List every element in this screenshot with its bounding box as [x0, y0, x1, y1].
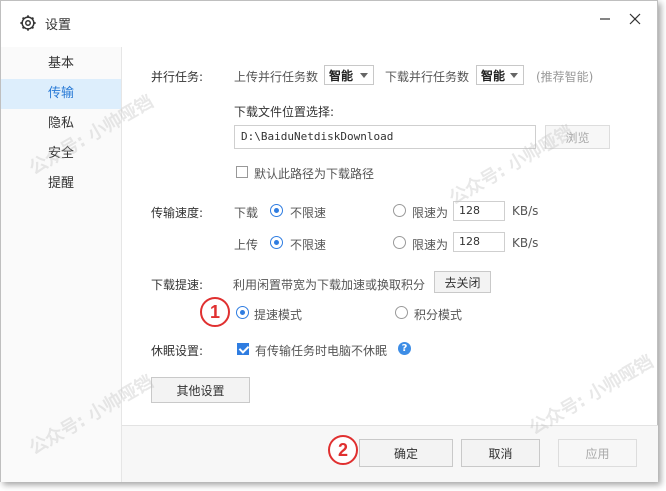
annotation-badge-1: 1: [200, 297, 230, 327]
window-title: 设置: [45, 17, 72, 33]
upload-parallel-value: 智能: [329, 68, 354, 83]
sidebar-item-security[interactable]: 安全: [1, 139, 121, 169]
upload-unit-label: KB/s: [512, 236, 539, 250]
points-mode-radio[interactable]: [395, 306, 408, 319]
download-parallel-value: 智能: [481, 68, 506, 83]
default-path-checkbox[interactable]: [236, 166, 248, 178]
sidebar-item-transfer[interactable]: 传输: [1, 79, 121, 109]
close-icon[interactable]: [627, 11, 643, 27]
minimize-icon[interactable]: [597, 11, 613, 27]
download-unlimited-radio[interactable]: [270, 204, 283, 217]
accelerate-description: 利用闲置带宽为下载加速或换取积分: [233, 278, 426, 292]
footer-bar: 确定 取消 应用: [122, 425, 658, 482]
annotation-badge-2: 2: [328, 435, 358, 465]
no-sleep-label: 有传输任务时电脑不休眠: [255, 344, 388, 358]
browse-button[interactable]: 浏览: [545, 125, 610, 149]
upload-speed-label: 上传: [234, 238, 259, 252]
apply-button[interactable]: 应用: [558, 439, 637, 467]
default-path-label: 默认此路径为下载路径: [254, 167, 375, 181]
upload-limit-radio[interactable]: [393, 236, 406, 249]
settings-window: 设置 基本 传输 隐私 安全 提醒 并行任务: 上传并行任务数 智能 下载并行任…: [0, 0, 658, 482]
download-unit-label: KB/s: [512, 204, 539, 218]
ok-button[interactable]: 确定: [359, 439, 453, 467]
points-mode-label: 积分模式: [414, 308, 463, 322]
upload-unlimited-radio[interactable]: [270, 236, 283, 249]
close-accelerate-button[interactable]: 去关闭: [434, 271, 491, 293]
download-speed-label: 下载: [234, 206, 259, 220]
help-icon[interactable]: ?: [398, 342, 411, 355]
accelerate-label: 下载提速:: [151, 278, 204, 292]
download-parallel-label: 下载并行任务数: [385, 70, 470, 84]
sidebar-item-privacy[interactable]: 隐私: [1, 109, 121, 139]
other-settings-button[interactable]: 其他设置: [151, 377, 250, 403]
download-limit-input[interactable]: 128: [453, 201, 505, 221]
chevron-down-icon: [510, 73, 518, 78]
sidebar-item-reminder[interactable]: 提醒: [1, 169, 121, 199]
no-sleep-checkbox[interactable]: [237, 343, 249, 355]
chevron-down-icon: [360, 73, 368, 78]
sidebar-item-basic[interactable]: 基本: [1, 49, 121, 79]
speed-mode-label: 提速模式: [254, 308, 303, 322]
sleep-label: 休眠设置:: [151, 344, 204, 358]
download-parallel-select[interactable]: 智能: [476, 65, 524, 85]
download-path-input[interactable]: D:\BaiduNetdiskDownload: [234, 125, 536, 149]
download-unlimited-label: 不限速: [290, 206, 327, 220]
upload-unlimited-label: 不限速: [290, 238, 327, 252]
download-location-label: 下载文件位置选择:: [234, 105, 335, 119]
speed-label: 传输速度:: [151, 206, 204, 220]
upload-parallel-label: 上传并行任务数: [234, 70, 319, 84]
download-limit-radio[interactable]: [393, 204, 406, 217]
cancel-button[interactable]: 取消: [461, 439, 540, 467]
parallel-hint: (推荐智能): [536, 70, 594, 84]
upload-limit-label: 限速为: [412, 238, 449, 252]
parallel-label: 并行任务:: [151, 70, 204, 84]
download-limit-label: 限速为: [412, 206, 449, 220]
title-bar: 设置: [1, 1, 657, 45]
speed-mode-radio[interactable]: [236, 306, 249, 319]
upload-parallel-select[interactable]: 智能: [324, 65, 374, 85]
transfer-settings-panel: 并行任务: 上传并行任务数 智能 下载并行任务数 智能 (推荐智能) 下载文件位…: [122, 47, 658, 425]
gear-icon: [20, 15, 36, 31]
upload-limit-input[interactable]: 128: [453, 232, 505, 252]
sidebar: 基本 传输 隐私 安全 提醒: [1, 47, 122, 482]
